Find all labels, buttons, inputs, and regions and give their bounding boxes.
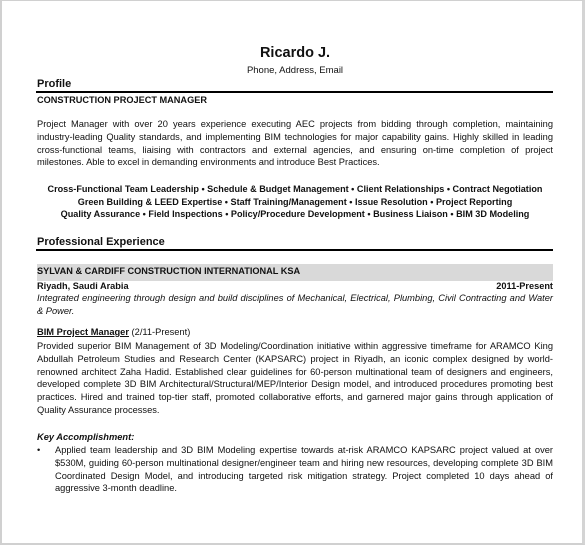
document-page: Ricardo J. Phone, Address, Email Profile… [0,0,585,545]
contact-info: Phone, Address, Email [246,65,344,76]
role-description: Provided superior BIM Management of 3D M… [37,341,553,415]
job-title: CONSTRUCTION PROJECT MANAGER [37,95,207,105]
experience-section-title: Professional Experience [37,236,165,248]
company-name: SYLVAN & CARDIFF CONSTRUCTION INTERNATIO… [37,266,301,276]
profile-divider [36,91,553,93]
company-description: Integrated engineering through design an… [37,293,553,316]
skills-line: Green Building & LEED Expertise • Staff … [77,196,513,207]
profile-summary: Project Manager with over 20 years exper… [37,119,553,168]
role-period: (2/11-Present) [128,327,191,337]
role-title: BIM Project Manager [37,327,129,337]
bullet-icon: • [37,445,41,455]
skills-line: Quality Assurance • Field Inspections • … [60,209,530,220]
candidate-name: Ricardo J. [259,45,331,61]
role-heading: BIM Project Manager (2/11-Present) [37,327,190,337]
skills-list: Cross-Functional Team Leadership • Sched… [37,183,553,221]
company-location: Riyadh, Saudi Arabia [37,281,129,291]
profile-section-title: Profile [37,78,72,90]
accomplishment-text: Applied team leadership and 3D BIM Model… [55,445,553,494]
experience-divider [36,249,553,251]
employment-dates: 2011-Present [496,281,553,291]
skills-line: Cross-Functional Team Leadership • Sched… [47,184,543,194]
key-accomplishment-title: Key Accomplishment: [37,432,135,442]
